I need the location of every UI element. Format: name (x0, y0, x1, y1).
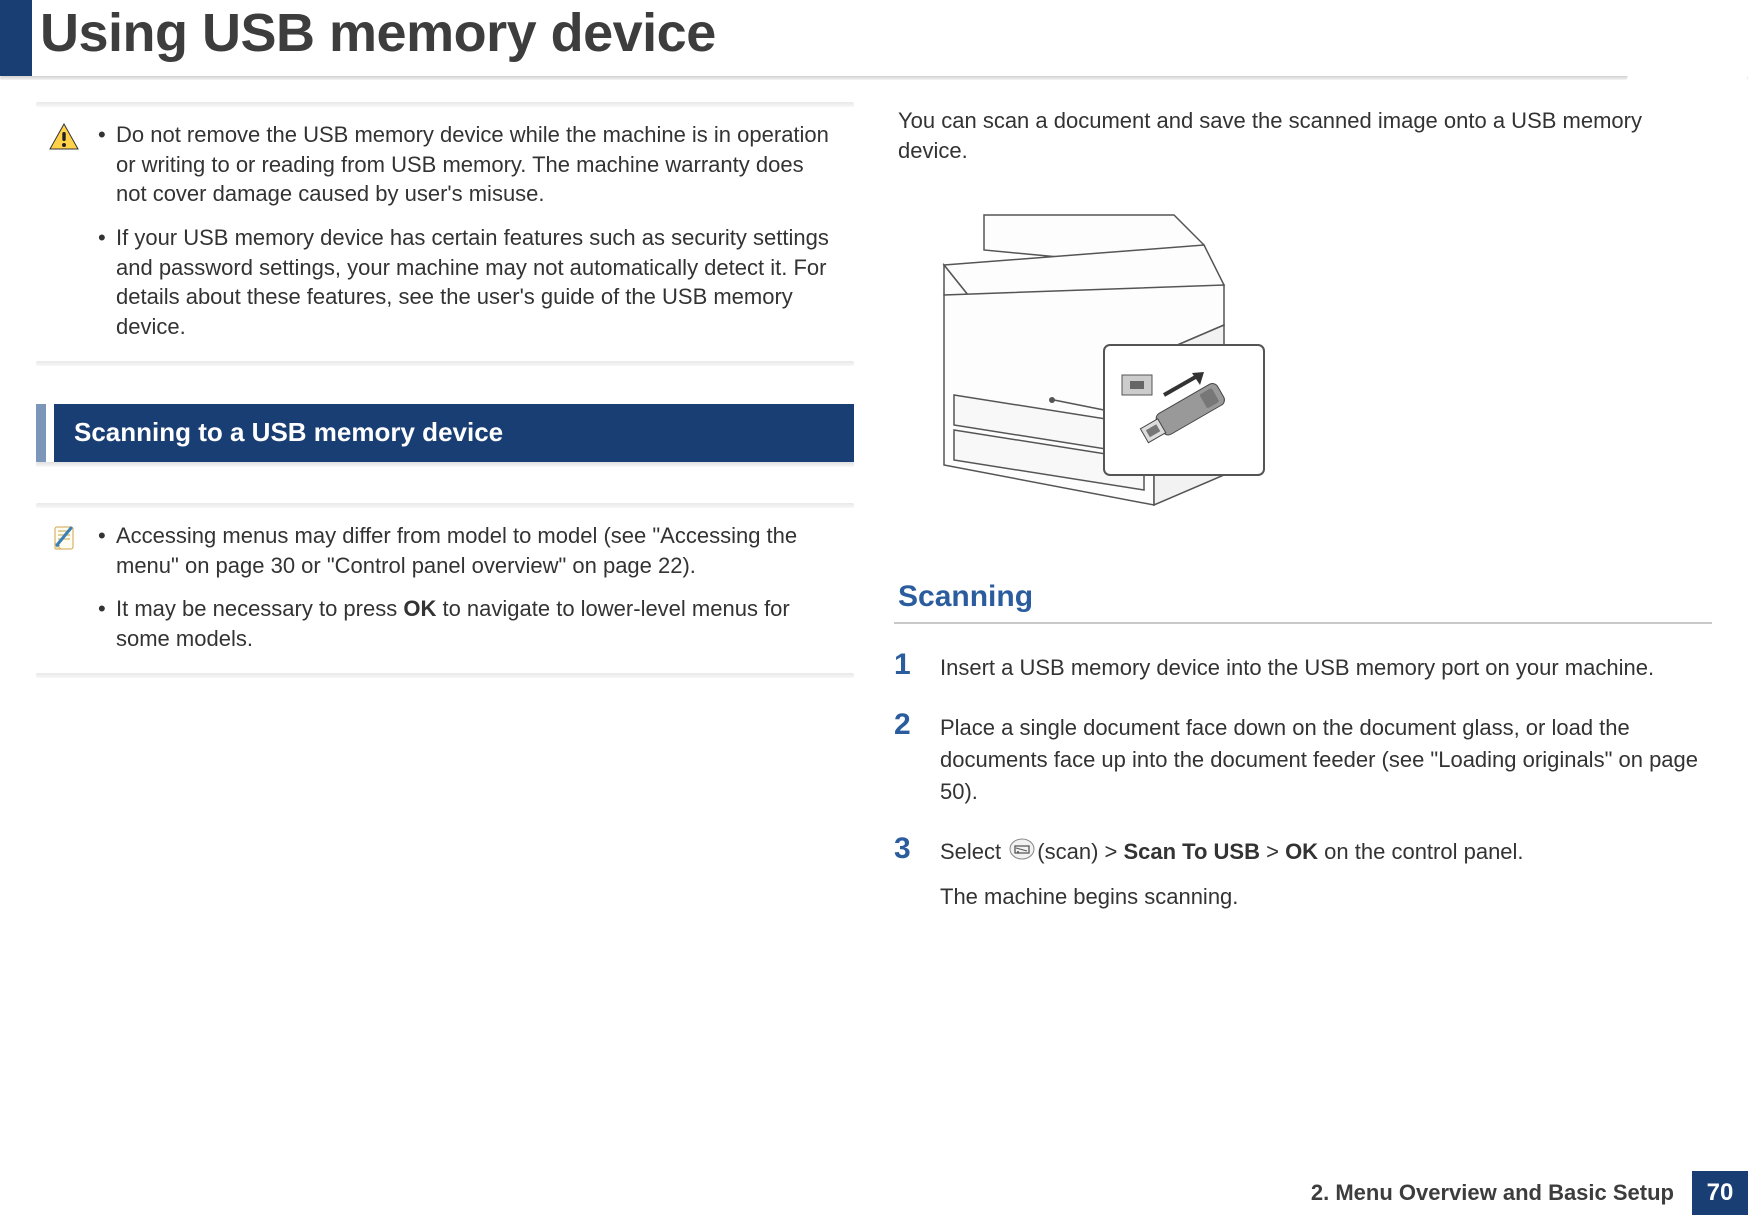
footer-chapter: 2. Menu Overview and Basic Setup (1311, 1180, 1692, 1206)
step-text-1: Insert a USB memory device into the USB … (940, 652, 1654, 684)
note-callout: Accessing menus may differ from model to… (36, 503, 854, 678)
footer-page-number: 70 (1692, 1171, 1748, 1215)
left-column: Do not remove the USB memory device whil… (36, 102, 854, 941)
warning-item-2: If your USB memory device has certain fe… (94, 223, 838, 342)
note-icon (48, 523, 80, 560)
header-underline (0, 76, 1748, 80)
note-2-pre: It may be necessary to press (116, 596, 403, 621)
warning-callout: Do not remove the USB memory device whil… (36, 102, 854, 366)
step-number-1: 1 (894, 650, 922, 680)
subsection-heading: Scanning (894, 580, 1712, 614)
intro-text: You can scan a document and save the sca… (894, 102, 1712, 165)
main-content: Do not remove the USB memory device whil… (0, 78, 1748, 941)
section-underline (36, 462, 854, 467)
subsection-underline (894, 622, 1712, 624)
warning-item-1: Do not remove the USB memory device whil… (94, 120, 838, 209)
step-1: 1 Insert a USB memory device into the US… (894, 652, 1712, 684)
step3-t4: on the control panel. (1318, 839, 1523, 864)
warning-icon (48, 122, 80, 157)
step3-t1: Select (940, 839, 1007, 864)
step-3: 3 Select (scan) > Scan To USB > OK on th… (894, 836, 1712, 913)
step-text-3: Select (scan) > Scan To USB > OK on the … (940, 836, 1524, 913)
step3-bold1: Scan To USB (1123, 839, 1260, 864)
note-1-post: "Control panel overview" on page 22). (327, 553, 696, 578)
step-number-3: 3 (894, 834, 922, 864)
page-header: Using USB memory device (0, 0, 1748, 78)
right-column: You can scan a document and save the sca… (894, 102, 1712, 941)
step3-bold2: OK (1285, 839, 1318, 864)
note-item-1: Accessing menus may differ from model to… (94, 521, 838, 580)
step-2: 2 Place a single document face down on t… (894, 712, 1712, 808)
step3-followup: The machine begins scanning. (940, 881, 1524, 913)
step-text-2: Place a single document face down on the… (940, 712, 1702, 808)
page-title: Using USB memory device (40, 2, 716, 64)
step-number-2: 2 (894, 710, 922, 740)
note-item-2: It may be necessary to press OK to navig… (94, 594, 838, 653)
section-heading-bar: Scanning to a USB memory device (36, 404, 854, 462)
header-accent-block (0, 0, 32, 76)
scan-icon (1009, 837, 1035, 869)
printer-illustration (904, 195, 1712, 530)
note-2-bold: OK (403, 596, 436, 621)
step3-t3: > (1260, 839, 1285, 864)
section-heading: Scanning to a USB memory device (74, 417, 503, 448)
note-1-or: or (295, 553, 327, 578)
page-footer: 2. Menu Overview and Basic Setup 70 (0, 1171, 1748, 1215)
section-heading-notch (36, 404, 46, 462)
step3-t2: (scan) > (1037, 839, 1123, 864)
